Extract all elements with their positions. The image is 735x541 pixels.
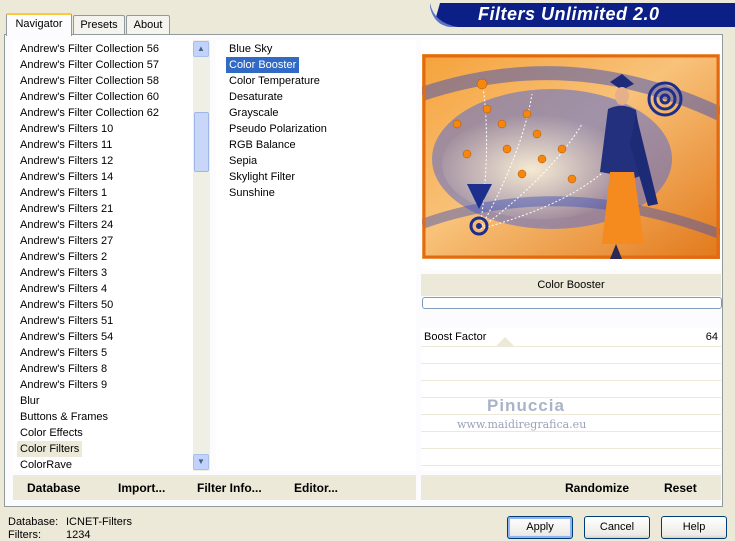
filter-items: Blue Sky Color Booster Color Temperature De… [226,41,411,461]
category-item[interactable]: Andrew's Filters 11 [17,137,115,153]
filter-item[interactable]: RGB Balance [226,137,299,153]
database-button[interactable]: Database [27,480,80,496]
parameter-row-empty [421,449,721,466]
tab-presets[interactable]: Presets [73,15,125,34]
import-button[interactable]: Import... [118,480,165,496]
preview-frame: Color Booster [421,40,721,296]
category-item[interactable]: Andrew's Filters 2 [17,249,110,265]
filter-item[interactable]: Sepia [226,153,260,169]
scroll-up-button[interactable]: ▲ [193,41,209,57]
editor-button[interactable]: Editor... [294,480,338,496]
filter-item[interactable]: Skylight Filter [226,169,298,185]
status-database-value: ICNET-Filters [66,516,132,528]
category-item[interactable]: Andrew's Filters 21 [17,201,116,217]
parameter-row[interactable]: Boost Factor 64 [421,330,721,347]
filter-item[interactable]: Pseudo Polarization [226,121,330,137]
randomize-button[interactable]: Randomize [565,480,629,496]
help-button[interactable]: Help [661,516,727,539]
filter-item[interactable]: Sunshine [226,185,278,201]
category-list[interactable]: Andrew's Filter Collection 56 Andrew's Fi… [13,40,210,471]
category-item[interactable]: Andrew's Filters 8 [17,361,110,377]
category-item[interactable]: Andrew's Filter Collection 62 [17,105,162,121]
app-title: Filters Unlimited 2.0 [478,4,660,24]
preview-image [422,54,720,259]
parameter-row-empty [421,347,721,364]
progress-bar [422,297,722,309]
category-item[interactable]: Andrew's Filters 27 [17,233,116,249]
category-item[interactable]: Andrew's Filters 1 [17,185,110,201]
scroll-down-button[interactable]: ▼ [193,454,209,470]
category-scrollbar[interactable]: ▲ ▼ [193,40,210,471]
title-banner: Filters Unlimited 2.0 [430,3,735,27]
tab-about[interactable]: About [126,15,170,34]
parameter-row-empty [421,398,721,415]
category-item[interactable]: Andrew's Filter Collection 60 [17,89,162,105]
parameter-row-empty [421,432,721,449]
filter-info-button[interactable]: Filter Info... [197,480,262,496]
category-items: Andrew's Filter Collection 56 Andrew's Fi… [13,41,192,471]
category-item[interactable]: Andrew's Filters 10 [17,121,116,137]
category-item[interactable]: Andrew's Filter Collection 57 [17,57,162,73]
cancel-button[interactable]: Cancel [584,516,650,539]
category-item[interactable]: Blur [17,393,43,409]
scroll-thumb[interactable] [194,112,209,172]
category-item[interactable]: Andrew's Filter Collection 58 [17,73,162,89]
category-item[interactable]: Andrew's Filters 51 [17,313,116,329]
watermark-name: Pinuccia [487,396,565,415]
category-item[interactable]: Andrew's Filters 14 [17,169,116,185]
category-item[interactable]: Andrew's Filters 3 [17,265,110,281]
parameter-row-empty [421,364,721,381]
filter-item[interactable]: Blue Sky [226,41,275,57]
parameter-slider[interactable] [496,337,514,346]
category-item[interactable]: Andrew's Filters 24 [17,217,116,233]
category-item[interactable]: Andrew's Filters 9 [17,377,110,393]
category-item[interactable]: Buttons & Frames [17,409,111,425]
status-database-label: Database: [8,516,59,528]
tab-navigator[interactable]: Navigator [6,13,72,36]
reset-button[interactable]: Reset [664,480,697,496]
category-item[interactable]: Andrew's Filters 50 [17,297,116,313]
watermark-url: www.maidiregrafica.eu [457,418,587,431]
category-item[interactable]: Andrew's Filters 4 [17,281,110,297]
filter-list[interactable]: Blue Sky Color Booster Color Temperature De… [216,40,416,471]
apply-button[interactable]: Apply [507,516,573,539]
category-item[interactable]: ColorRave [17,457,75,471]
category-item[interactable]: Color Effects [17,425,86,441]
filter-item[interactable]: Color Booster [226,57,300,73]
category-item[interactable]: Andrew's Filters 5 [17,345,110,361]
parameter-label: Boost Factor [424,331,487,343]
status-filters-label: Filters: [8,529,41,541]
category-item[interactable]: Andrew's Filter Collection 56 [17,41,162,57]
category-item[interactable]: Andrew's Filters 12 [17,153,116,169]
filter-item[interactable]: Color Temperature [226,73,323,89]
category-item[interactable]: Color Filters [17,441,83,457]
parameter-value: 64 [705,331,718,343]
status-filters-value: 1234 [66,529,91,541]
preview-filter-name: Color Booster [421,274,721,296]
filter-item[interactable]: Grayscale [226,105,282,121]
filter-item[interactable]: Desaturate [226,89,286,105]
category-item[interactable]: Andrew's Filters 54 [17,329,116,345]
parameter-row-empty [421,381,721,398]
